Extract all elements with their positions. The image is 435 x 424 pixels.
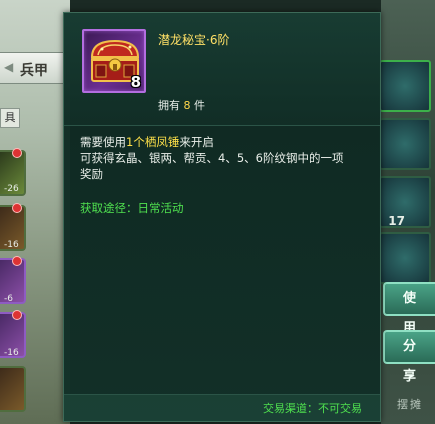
tooltip-footer: 交易渠道：不可交易	[64, 394, 380, 421]
source-label: 获取途径：	[80, 201, 138, 215]
inventory-slot[interactable]	[379, 232, 431, 284]
side-category-label[interactable]: 具	[0, 108, 20, 128]
use-button[interactable]: 使用	[383, 282, 435, 336]
notification-dot	[12, 256, 22, 266]
slot-number: -6	[4, 294, 13, 304]
tab-weapons[interactable]: ◀ 兵甲	[0, 52, 67, 84]
description-suffix: 来开启	[179, 135, 214, 149]
slot-number: -26	[4, 184, 19, 194]
inventory-slot[interactable]	[0, 366, 26, 412]
acquire-source: 获取途径：日常活动	[80, 200, 184, 216]
notification-dot	[12, 148, 22, 158]
item-stack-count: 8	[130, 73, 141, 91]
tab-weapons-label: 兵甲	[20, 63, 48, 79]
slot-count: 17	[388, 214, 405, 228]
required-item: 1个栖凤锤	[126, 135, 180, 149]
slot-number: -16	[4, 240, 19, 250]
tooltip-header: 8 潜龙秘宝·6阶 拥有 8 件	[64, 13, 380, 126]
stall-label[interactable]: 摆摊	[397, 396, 423, 412]
description-prefix: 需要使用	[80, 135, 126, 149]
slot-number: -16	[4, 348, 19, 358]
item-tooltip-panel: 8 潜龙秘宝·6阶 拥有 8 件 需要使用1个栖凤锤来开启 可获得玄晶、银两、帮…	[63, 12, 381, 422]
inventory-slot[interactable]	[379, 176, 431, 228]
inventory-slot[interactable]	[379, 118, 431, 170]
description-line-2: 可获得玄晶、银两、帮贡、4、5、6阶纹钢中的一项	[80, 151, 344, 165]
owned-count: 拥有 8 件	[158, 97, 205, 113]
description-line-3: 奖励	[80, 167, 103, 181]
owned-suffix: 件	[194, 99, 205, 112]
inventory-slot[interactable]	[379, 60, 431, 112]
trade-value: 不可交易	[318, 402, 362, 415]
share-button[interactable]: 分享	[383, 330, 435, 384]
owned-number: 8	[183, 99, 191, 112]
item-name: 潜龙秘宝·6阶	[158, 33, 230, 47]
trade-channel: 交易渠道：不可交易	[263, 400, 362, 416]
notification-dot	[12, 203, 22, 213]
trade-label: 交易渠道：	[263, 402, 318, 415]
description-line-1: 需要使用1个栖凤锤来开启	[80, 134, 370, 150]
source-value: 日常活动	[137, 201, 184, 215]
item-description: 需要使用1个栖凤锤来开启 可获得玄晶、银两、帮贡、4、5、6阶纹钢中的一项 奖励	[80, 134, 370, 182]
chevron-left-icon: ◀	[4, 60, 14, 74]
notification-dot	[12, 310, 22, 320]
owned-prefix: 拥有	[158, 99, 180, 112]
item-icon-frame[interactable]: 8	[82, 29, 146, 93]
